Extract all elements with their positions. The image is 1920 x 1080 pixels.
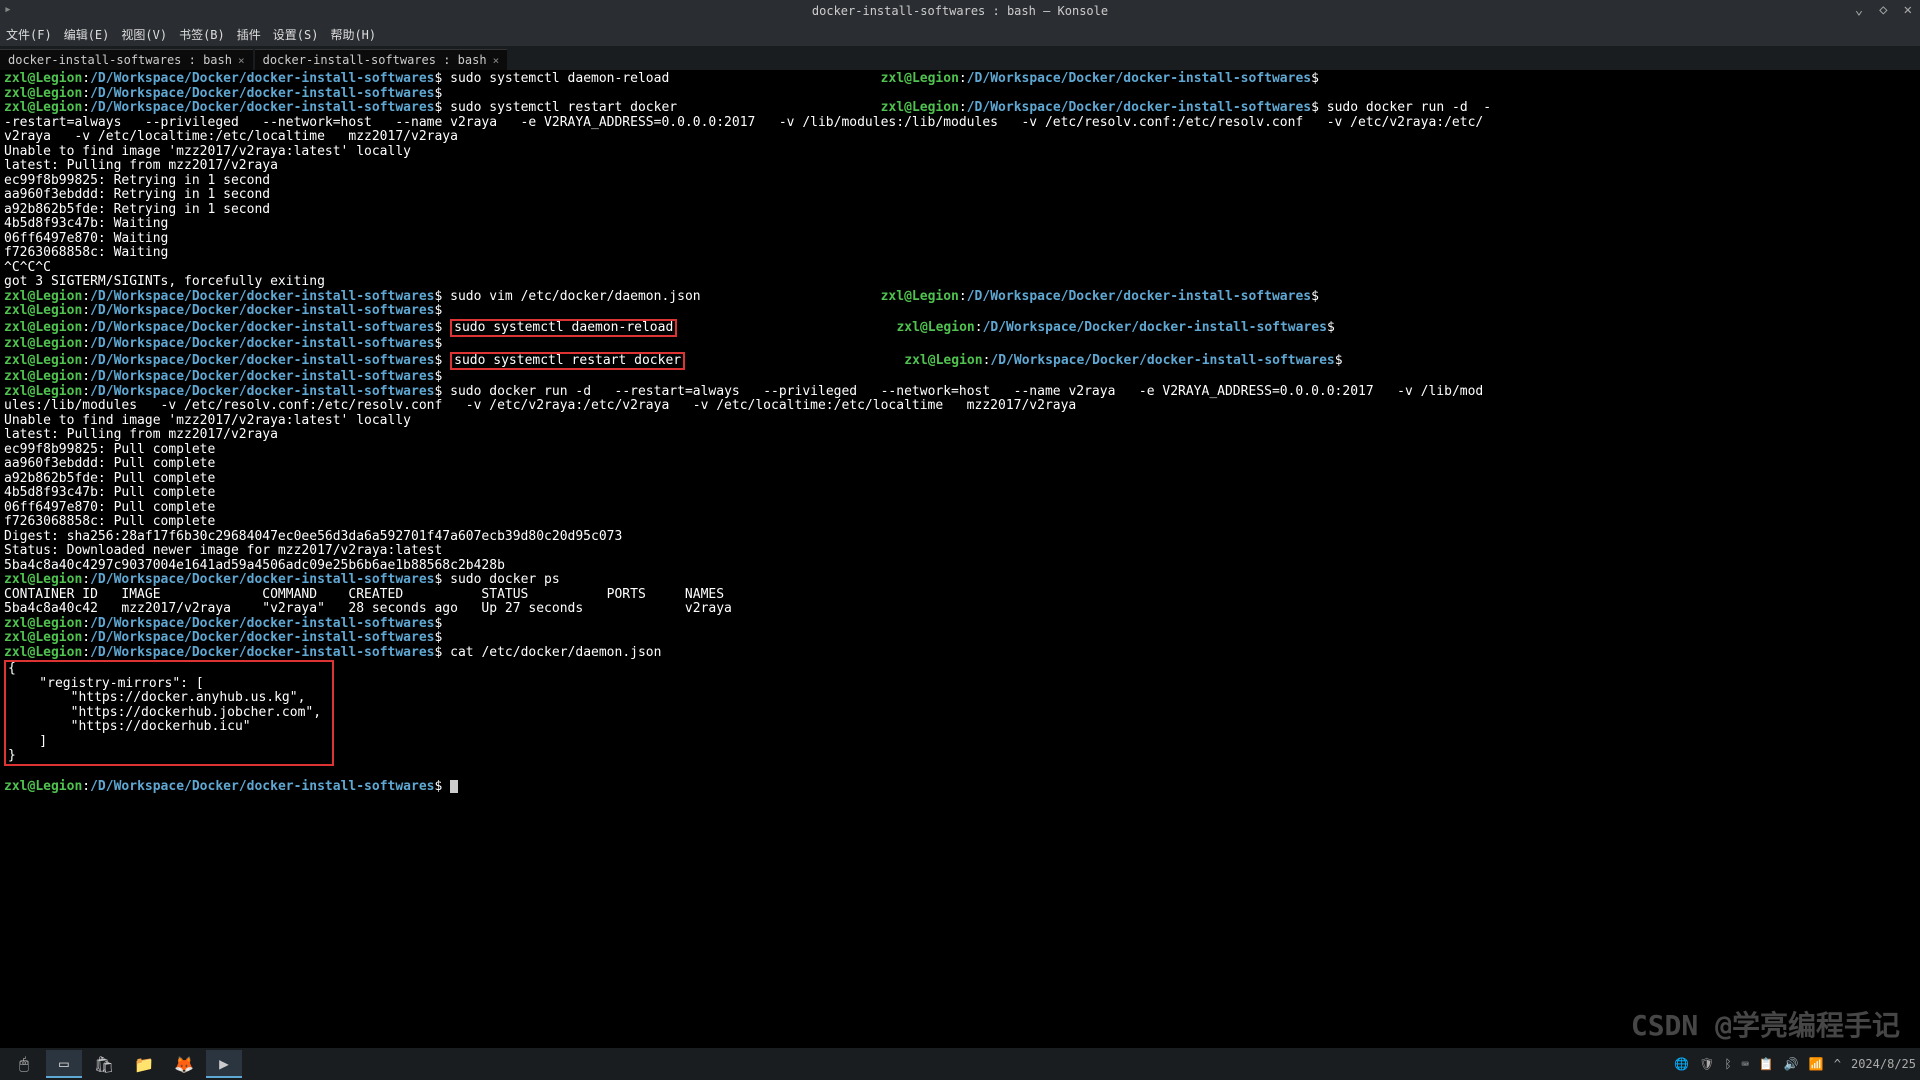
watermark: CSDN @学亮编程手记 (1631, 1004, 1900, 1044)
close-icon[interactable]: ✕ (1900, 2, 1916, 18)
titlebar: ▸ docker-install-softwares : bash — Kons… (0, 0, 1920, 22)
maximize-icon[interactable]: ◇ (1875, 2, 1891, 18)
tray-volume-icon[interactable]: 🔊 (1784, 1057, 1799, 1071)
tabbar: docker-install-softwares : bash × docker… (0, 46, 1920, 70)
taskbar-firefox-icon[interactable]: 🦊 (166, 1050, 202, 1078)
minimize-icon[interactable]: ⌄ (1851, 2, 1867, 18)
app-icon: ▸ (4, 2, 12, 17)
taskbar: 🖱 ▭ 🛍 📁 🦊 ▶ 🌐 🛡 ᛒ ⌨ 📋 🔊 📶 ^ 2024/8/25 (0, 1048, 1920, 1080)
tab-1[interactable]: docker-install-softwares : bash × (255, 49, 508, 70)
menu-view[interactable]: 视图(V) (121, 26, 167, 43)
menubar: 文件(F) 编辑(E) 视图(V) 书签(B) 插件 设置(S) 帮助(H) (0, 22, 1920, 46)
taskbar-mouse-icon[interactable]: 🖱 (6, 1050, 42, 1078)
tray-keyboard-icon[interactable]: ⌨ (1742, 1057, 1749, 1071)
tab-close-icon[interactable]: × (238, 54, 245, 67)
tray-chevron-icon[interactable]: ^ (1834, 1057, 1841, 1071)
taskbar-store-icon[interactable]: 🛍 (86, 1050, 122, 1078)
window-title: docker-install-softwares : bash — Konsol… (812, 4, 1108, 18)
menu-edit[interactable]: 编辑(E) (64, 26, 110, 43)
tab-label: docker-install-softwares : bash (8, 53, 232, 67)
menu-help[interactable]: 帮助(H) (330, 26, 376, 43)
taskbar-terminal-icon[interactable]: ▶ (206, 1050, 242, 1078)
tray-globe-icon[interactable]: 🌐 (1674, 1057, 1689, 1071)
taskbar-files-icon[interactable]: 📁 (126, 1050, 162, 1078)
menu-settings[interactable]: 设置(S) (273, 26, 319, 43)
tray-network-icon[interactable]: 📶 (1809, 1057, 1824, 1071)
tab-close-icon[interactable]: × (493, 54, 500, 67)
menu-plugins[interactable]: 插件 (237, 26, 261, 43)
menu-file[interactable]: 文件(F) (6, 26, 52, 43)
tab-0[interactable]: docker-install-softwares : bash × (0, 49, 253, 70)
tray-shield-icon[interactable]: 🛡 (1699, 1057, 1714, 1071)
taskbar-desktop-icon[interactable]: ▭ (46, 1050, 82, 1078)
menu-bookmarks[interactable]: 书签(B) (179, 26, 225, 43)
tray-bluetooth-icon[interactable]: ᛒ (1724, 1057, 1731, 1071)
tray-clipboard-icon[interactable]: 📋 (1759, 1057, 1774, 1071)
terminal[interactable]: zxl@Legion:/D/Workspace/Docker/docker-in… (0, 70, 1920, 797)
tray-date[interactable]: 2024/8/25 (1851, 1057, 1916, 1071)
tab-label: docker-install-softwares : bash (263, 53, 487, 67)
